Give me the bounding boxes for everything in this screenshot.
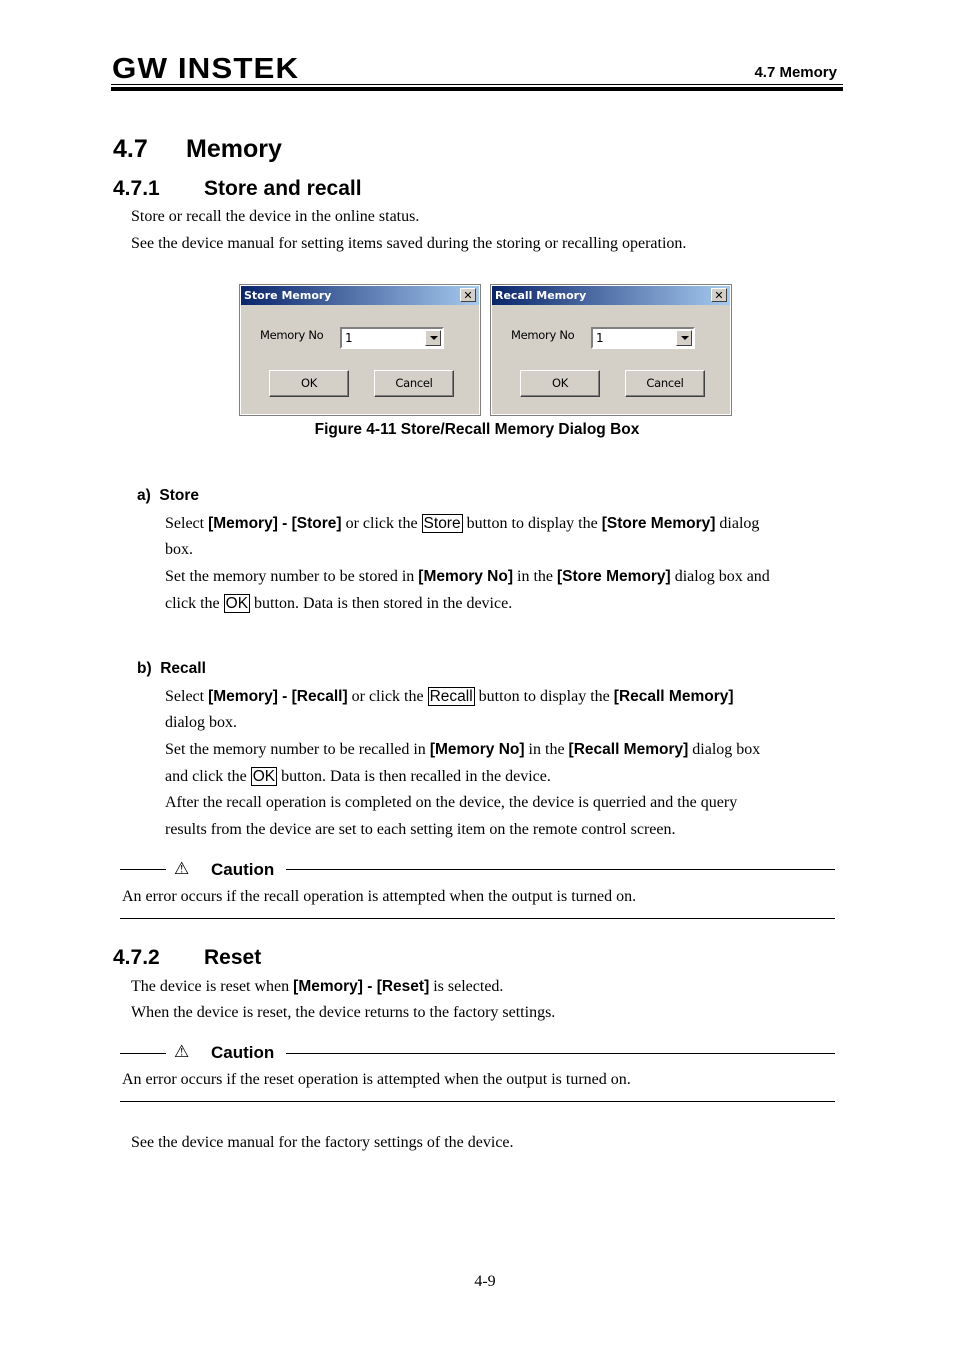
- close-icon[interactable]: ✕: [460, 288, 476, 302]
- recall-line-5: After the recall operation is completed …: [165, 794, 738, 811]
- reset-line-2: When the device is reset, the device ret…: [131, 1004, 556, 1021]
- store-line-1: Select [Memory] - [Store] or click the S…: [165, 514, 759, 534]
- footnote: See the device manual for the factory se…: [131, 1134, 514, 1151]
- text: button to display the: [462, 515, 602, 532]
- recall-line-4: and click the OK button. Data is then re…: [165, 767, 551, 787]
- menu-path: [Memory] - [Store]: [208, 515, 342, 532]
- memory-no-value: 1: [345, 331, 353, 345]
- figure-caption: Figure 4-11 Store/Recall Memory Dialog B…: [314, 421, 640, 438]
- warning-icon: ⚠: [174, 1042, 190, 1062]
- ok-button-ref: OK: [250, 767, 278, 786]
- close-icon[interactable]: ✕: [711, 288, 727, 302]
- gw-instek-logo: GW INSTEK: [112, 53, 300, 85]
- header-rule: [111, 84, 843, 85]
- caution-rule-bottom: [120, 918, 835, 919]
- store-heading: a) Store: [137, 487, 200, 504]
- caution-rule-left: [120, 1053, 166, 1054]
- text: dialog: [715, 515, 760, 532]
- text: button. Data is then stored in the devic…: [250, 595, 513, 612]
- dialog-title: Recall Memory: [495, 289, 587, 302]
- subsection-heading-store-recall: 4.7.1 Store and recall: [113, 177, 362, 201]
- ok-button-ref: OK: [223, 594, 251, 613]
- text: Set the memory number to be stored in: [165, 568, 419, 585]
- caution-title: Caution: [211, 1043, 275, 1062]
- recall-line-1: Select [Memory] - [Recall] or click the …: [165, 687, 734, 707]
- dialog-ref: [Store Memory]: [601, 515, 716, 532]
- dialog-ref: [Store Memory]: [557, 568, 671, 585]
- text: Select: [165, 515, 209, 532]
- recall-line-6: results from the device are set to each …: [165, 821, 676, 838]
- recall-memory-titlebar: Recall Memory ✕: [492, 286, 730, 305]
- subsection-number: 4.7.2: [113, 946, 160, 969]
- chevron-down-icon[interactable]: [676, 330, 692, 346]
- caution-text: An error occurs if the recall operation …: [122, 888, 637, 905]
- recall-memory-dialog: Recall Memory ✕ Memory No 1 OK Cancel: [490, 284, 732, 416]
- store-line-3: Set the memory number to be stored in [M…: [165, 567, 770, 587]
- caution-rule-left: [120, 869, 166, 870]
- intro-line-2: See the device manual for setting items …: [131, 235, 687, 252]
- menu-path: [Memory] - [Reset]: [293, 978, 430, 995]
- store-line-4: click the OK button. Data is then stored…: [165, 594, 512, 614]
- warning-icon: ⚠: [174, 859, 190, 879]
- header-section-title: 4.7 Memory: [754, 64, 837, 81]
- text: in the: [524, 741, 569, 758]
- store-memory-dialog: Store Memory ✕ Memory No 1 OK Cancel: [239, 284, 481, 416]
- subsection-title: Store and recall: [204, 177, 362, 200]
- ok-button[interactable]: OK: [520, 370, 600, 397]
- memory-no-select[interactable]: 1: [340, 327, 444, 349]
- memory-no-label: Memory No: [511, 328, 575, 342]
- text: button to display the: [474, 688, 614, 705]
- page-number: 4-9: [474, 1273, 496, 1290]
- text: or click the: [341, 515, 422, 532]
- text: dialog box and: [670, 568, 770, 585]
- subsection-number: 4.7.1: [113, 177, 160, 200]
- section-number: 4.7: [113, 135, 148, 163]
- text: click the: [165, 595, 224, 612]
- text: The device is reset when: [131, 978, 294, 995]
- dialog-ref: [Recall Memory]: [568, 741, 689, 758]
- text: in the: [513, 568, 558, 585]
- text: and click the: [165, 768, 251, 785]
- section-heading: 4.7 Memory: [113, 135, 282, 164]
- recall-line-3: Set the memory number to be recalled in …: [165, 740, 760, 760]
- caution-text: An error occurs if the reset operation i…: [122, 1071, 631, 1088]
- section-title: Memory: [186, 135, 282, 163]
- intro-line-1: Store or recall the device in the online…: [131, 208, 420, 225]
- recall-line-2: dialog box.: [165, 714, 237, 731]
- dialog-title: Store Memory: [244, 289, 332, 302]
- caution-rule-right: [286, 869, 835, 870]
- menu-path: [Memory] - [Recall]: [208, 688, 348, 705]
- cancel-button[interactable]: Cancel: [374, 370, 454, 397]
- chevron-down-icon[interactable]: [425, 330, 441, 346]
- caution-title: Caution: [211, 860, 275, 879]
- caution-rule-bottom: [120, 1101, 835, 1102]
- text: button. Data is then recalled in the dev…: [277, 768, 551, 785]
- memory-no-select[interactable]: 1: [591, 327, 695, 349]
- text: Select: [165, 688, 209, 705]
- text: Set the memory number to be recalled in: [165, 741, 430, 758]
- dialog-ref: [Recall Memory]: [613, 688, 734, 705]
- header-rule-thick: [111, 87, 843, 91]
- memory-no-label: Memory No: [260, 328, 324, 342]
- cancel-button[interactable]: Cancel: [625, 370, 705, 397]
- store-line-2: box.: [165, 541, 193, 558]
- store-memory-titlebar: Store Memory ✕: [241, 286, 479, 305]
- field-ref: [Memory No]: [418, 568, 514, 585]
- store-button-ref: Store: [421, 514, 463, 533]
- reset-line-1: The device is reset when [Memory] - [Res…: [131, 977, 503, 997]
- recall-heading: b) Recall: [137, 660, 206, 677]
- subsection-heading-reset: 4.7.2 Reset: [113, 946, 261, 970]
- recall-button-ref: Recall: [427, 687, 475, 706]
- caution-rule-right: [286, 1053, 835, 1054]
- field-ref: [Memory No]: [429, 741, 525, 758]
- ok-button[interactable]: OK: [269, 370, 349, 397]
- subsection-title: Reset: [204, 946, 262, 969]
- text: is selected.: [429, 978, 504, 995]
- memory-no-value: 1: [596, 331, 604, 345]
- text: dialog box: [688, 741, 761, 758]
- text: or click the: [347, 688, 428, 705]
